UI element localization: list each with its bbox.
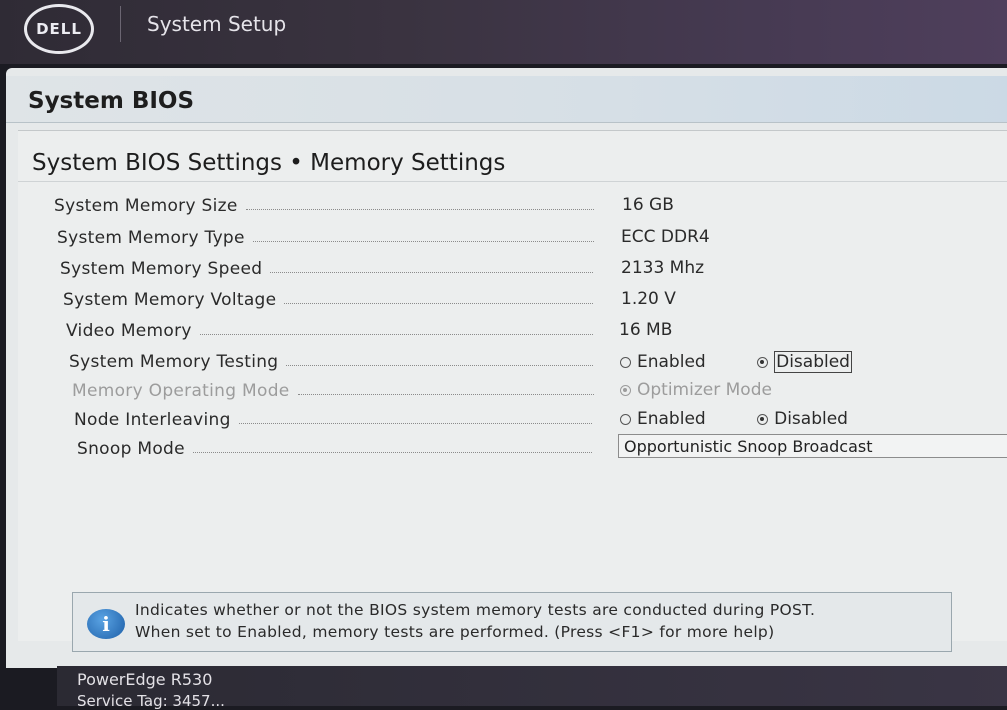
setting-label: System Memory Testing <box>69 352 279 372</box>
leader-dots <box>199 333 593 335</box>
setting-row-memory-testing: System Memory Testing Enabled Disabled <box>69 350 1007 374</box>
logo-text: DELL <box>36 20 82 38</box>
setting-label: Node Interleaving <box>74 410 231 430</box>
setting-value: 16 GB <box>622 195 674 215</box>
panel-title: System BIOS <box>28 88 195 114</box>
help-line-2: When set to Enabled, memory tests are pe… <box>135 623 775 641</box>
node-interleaving-enabled-radio[interactable]: Enabled <box>620 409 706 429</box>
snoop-mode-dropdown[interactable]: Opportunistic Snoop Broadcast <box>618 434 1007 458</box>
setting-row-video-memory: Video Memory 16 MB <box>66 319 1007 343</box>
setting-row-memory-operating-mode: Memory Operating Mode Optimizer Mode <box>72 379 1007 403</box>
radio-off-icon <box>620 413 631 425</box>
settings-content: System BIOS Settings • Memory Settings S… <box>18 130 1007 641</box>
top-bar: DELL System Setup <box>0 0 1007 64</box>
setting-row-snoop-mode: Snoop Mode Opportunistic Snoop Broadcast <box>77 434 1007 461</box>
info-icon: i <box>87 609 125 639</box>
memory-testing-disabled-radio[interactable]: Disabled <box>757 351 852 373</box>
setting-row-memory-speed: System Memory Speed 2133 Mhz <box>60 257 1007 281</box>
bottom-bar: PowerEdge R530 Service Tag: 3457... <box>57 666 1007 710</box>
leader-dots <box>252 240 594 242</box>
node-interleaving-disabled-radio[interactable]: Disabled <box>757 409 848 429</box>
setting-row-memory-voltage: System Memory Voltage 1.20 V <box>63 288 1007 312</box>
setting-label: Memory Operating Mode <box>72 381 290 401</box>
help-box: i Indicates whether or not the BIOS syst… <box>72 592 952 652</box>
setting-label: Snoop Mode <box>77 439 185 459</box>
setting-row-node-interleaving: Node Interleaving Enabled Disabled <box>74 408 1007 432</box>
leader-dots <box>245 208 594 210</box>
setting-value: 16 MB <box>619 320 673 340</box>
setting-label: System Memory Size <box>54 196 238 216</box>
setting-value: 2133 Mhz <box>621 258 705 278</box>
model-name: PowerEdge R530 <box>77 670 213 689</box>
service-tag: Service Tag: 3457... <box>77 692 225 710</box>
page-title: System BIOS Settings • Memory Settings <box>32 150 506 176</box>
app-title: System Setup <box>147 12 287 36</box>
setting-label: Video Memory <box>66 321 192 341</box>
main-panel: System BIOS System BIOS Settings • Memor… <box>6 68 1007 668</box>
dropdown-value: Opportunistic Snoop Broadcast <box>624 436 873 456</box>
optimizer-mode-radio: Optimizer Mode <box>620 380 772 400</box>
setting-row-memory-size: System Memory Size 16 GB <box>54 194 1004 218</box>
setting-value: 1.20 V <box>621 289 676 309</box>
title-divider <box>18 181 1007 182</box>
setting-label: System Memory Speed <box>60 259 263 279</box>
radio-on-icon <box>620 384 631 396</box>
leader-dots <box>286 364 593 366</box>
radio-off-icon <box>620 356 631 368</box>
leader-dots <box>192 451 592 453</box>
help-line-1: Indicates whether or not the BIOS system… <box>135 601 816 619</box>
setting-value: ECC DDR4 <box>621 227 710 247</box>
setting-label: System Memory Voltage <box>63 290 277 310</box>
header-divider <box>120 6 121 42</box>
memory-testing-enabled-radio[interactable]: Enabled <box>620 352 706 372</box>
leader-dots <box>284 302 593 304</box>
dell-logo: DELL <box>24 4 94 54</box>
help-text: Indicates whether or not the BIOS system… <box>135 599 815 643</box>
setting-label: System Memory Type <box>57 228 245 248</box>
radio-on-icon <box>757 413 769 425</box>
leader-dots <box>238 422 592 424</box>
leader-dots <box>297 393 594 395</box>
setting-row-memory-type: System Memory Type ECC DDR4 <box>57 226 1007 250</box>
radio-on-icon <box>757 356 769 368</box>
leader-dots <box>270 271 593 273</box>
